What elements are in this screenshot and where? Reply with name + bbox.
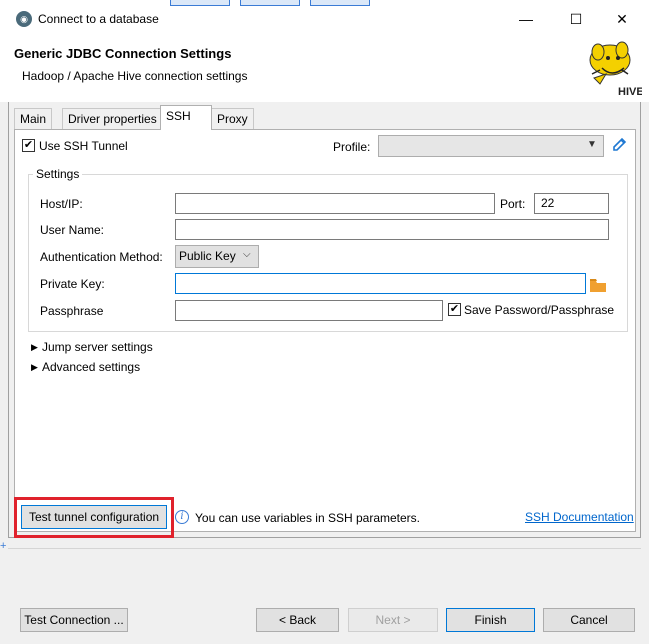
ssh-documentation-link[interactable]: SSH Documentation [525,510,634,524]
tab-proxy[interactable]: Proxy [211,108,254,129]
tab-main[interactable]: Main [14,108,53,129]
private-key-input[interactable] [175,273,586,294]
test-connection-button[interactable]: Test Connection ... [20,608,128,632]
passphrase-label: Passphrase [40,304,104,318]
info-icon: i [175,510,189,524]
use-ssh-tunnel-label: Use SSH Tunnel [39,139,128,153]
maximize-button[interactable]: ☐ [553,5,599,33]
window-title: Connect to a database [38,12,159,26]
host-label: Host/IP: [40,197,83,211]
jump-server-settings[interactable]: Jump server settings [42,340,153,354]
finish-button[interactable]: Finish [446,608,535,632]
hive-logo-text: HIVE [618,86,642,98]
tab-ssh[interactable]: SSH [160,105,212,130]
settings-group-label: Settings [33,167,83,181]
background-window-edge: + [0,540,7,552]
chevron-down-icon: ⌵ [243,249,251,260]
use-ssh-tunnel-checkbox[interactable]: ✔ [22,139,35,152]
highlight-box [14,497,174,538]
tab-driver-properties[interactable]: Driver properties [62,108,163,129]
next-button[interactable]: Next > [348,608,438,632]
save-password-checkbox[interactable]: ✔ [448,303,461,316]
profile-select[interactable] [378,135,604,157]
header-title: Generic JDBC Connection Settings [14,46,232,61]
minimize-button[interactable]: — [503,5,549,33]
auth-method-label: Authentication Method: [40,250,163,264]
save-password-label: Save Password/Passphrase [464,303,615,317]
expand-triangle-icon[interactable]: ▶ [31,362,38,373]
back-button[interactable]: < Back [256,608,339,632]
advanced-settings[interactable]: Advanced settings [42,360,140,374]
port-input[interactable]: 22 [534,193,609,214]
expand-triangle-icon[interactable]: ▶ [31,342,38,353]
cancel-button[interactable]: Cancel [543,608,635,632]
footer-separator [8,548,641,549]
pencil-icon[interactable] [611,137,627,153]
username-input[interactable] [175,219,609,240]
chevron-down-icon: ▼ [587,139,597,150]
host-input[interactable] [175,193,495,214]
background-editor-tabs [170,0,410,6]
port-label: Port: [500,197,526,211]
hive-logo-icon: HIVE [589,41,642,98]
close-button[interactable]: ✕ [599,5,645,33]
profile-label: Profile: [333,140,371,154]
username-label: User Name: [40,223,105,237]
passphrase-input[interactable] [175,300,443,321]
folder-icon[interactable] [590,279,606,292]
header-subtitle: Hadoop / Apache Hive connection settings [22,69,248,83]
dialog-header: Generic JDBC Connection Settings Hadoop … [0,38,649,102]
private-key-label: Private Key: [40,277,105,291]
info-text: You can use variables in SSH parameters. [195,511,421,525]
app-icon: ◉ [16,11,32,27]
